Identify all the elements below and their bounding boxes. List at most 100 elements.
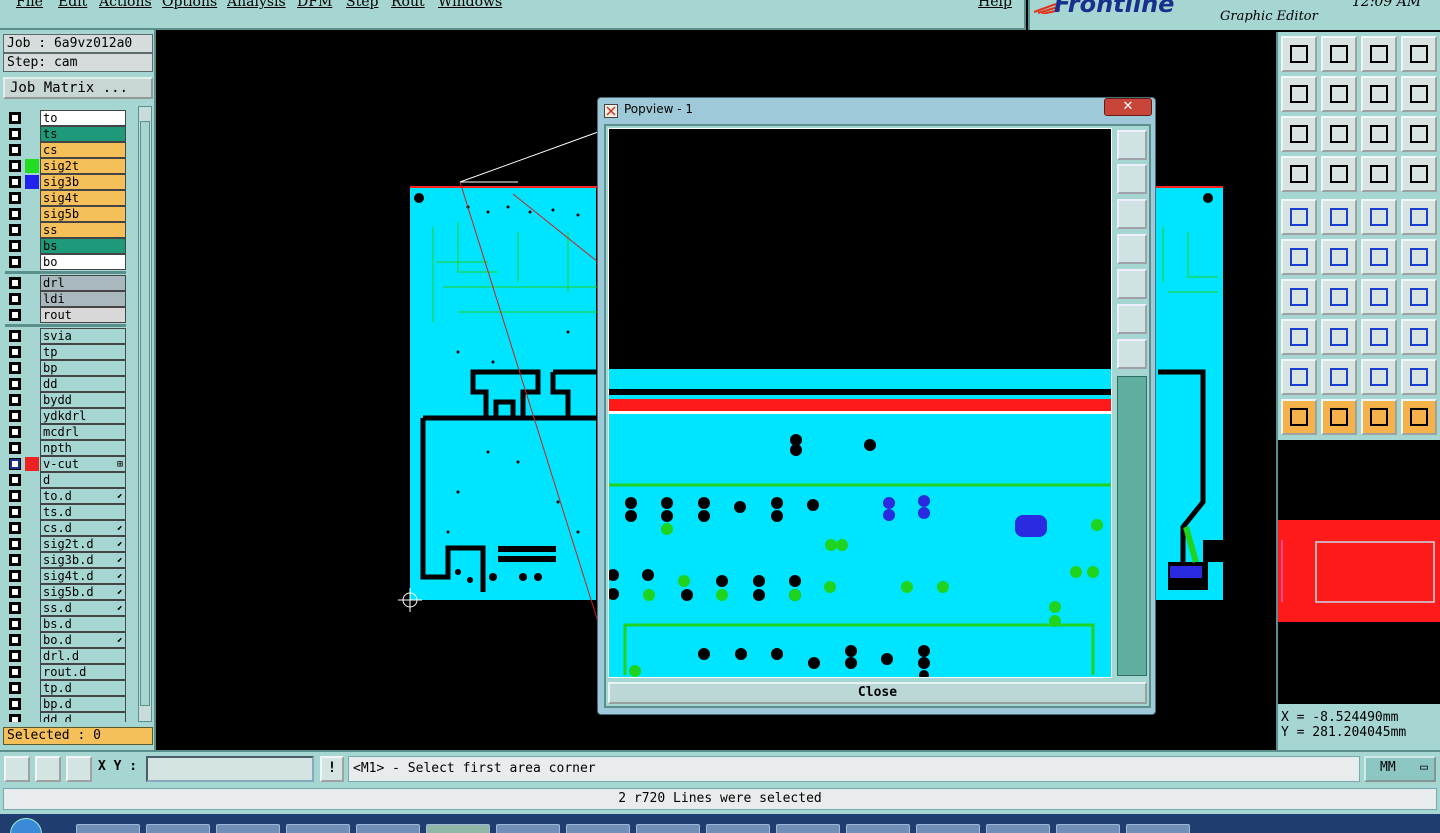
layer-row[interactable]: bs bbox=[5, 238, 126, 254]
arc-icon[interactable] bbox=[1361, 279, 1397, 315]
close-icon[interactable]: ✕ bbox=[1104, 98, 1152, 116]
menu-actions[interactable]: Actions bbox=[99, 0, 152, 10]
taskbar-item[interactable] bbox=[496, 824, 560, 833]
close-button[interactable]: Close bbox=[608, 682, 1147, 704]
layer-row[interactable]: sig4t bbox=[5, 190, 126, 206]
menu-windows[interactable]: Windows bbox=[438, 0, 502, 10]
layer-checkbox[interactable] bbox=[9, 410, 21, 422]
arch-alt-icon[interactable] bbox=[1361, 359, 1397, 395]
layer-checkbox[interactable] bbox=[9, 112, 21, 124]
layer-checkbox[interactable] bbox=[9, 506, 21, 518]
layer-row[interactable]: ts.d bbox=[5, 504, 126, 520]
exclamation-button[interactable]: ! bbox=[320, 756, 344, 782]
layer-name[interactable]: sig2t bbox=[40, 158, 126, 174]
taskbar-item[interactable] bbox=[146, 824, 210, 833]
measure-icon[interactable] bbox=[35, 756, 61, 782]
layer-row[interactable]: sig2t bbox=[5, 158, 126, 174]
pv-zoom-fit-icon[interactable] bbox=[1117, 304, 1147, 334]
taskbar-item[interactable] bbox=[286, 824, 350, 833]
layer-name[interactable]: ss bbox=[40, 222, 126, 238]
layer-checkbox[interactable] bbox=[9, 160, 21, 172]
layer-row[interactable]: ss bbox=[5, 222, 126, 238]
pv-pan-down-icon[interactable] bbox=[1117, 199, 1147, 229]
pointer-icon[interactable] bbox=[1281, 399, 1317, 435]
layer-row[interactable]: ldi bbox=[5, 291, 126, 307]
layer-checkbox[interactable] bbox=[9, 714, 21, 722]
taskbar-item[interactable] bbox=[1056, 824, 1120, 833]
layer-name[interactable]: bp.d bbox=[40, 696, 126, 712]
layer-checkbox[interactable] bbox=[9, 208, 21, 220]
scrollbar-thumb[interactable] bbox=[140, 121, 150, 706]
layer-row[interactable]: rout bbox=[5, 307, 126, 323]
layer-checkbox[interactable] bbox=[9, 618, 21, 630]
taskbar-item[interactable] bbox=[776, 824, 840, 833]
layer-checkbox[interactable] bbox=[9, 554, 21, 566]
unit-select[interactable]: MM ▭ bbox=[1364, 756, 1436, 782]
layer-name[interactable]: ts.d bbox=[40, 504, 126, 520]
layer-name[interactable]: sig5b.d ⬋ bbox=[40, 584, 126, 600]
layer-name[interactable]: sig2t.d ⬋ bbox=[40, 536, 126, 552]
zoom-fit-icon[interactable] bbox=[1281, 116, 1317, 152]
layer-name[interactable]: cs.d ⬋ bbox=[40, 520, 126, 536]
menu-analysis[interactable]: Analysis bbox=[227, 0, 286, 10]
layer-row[interactable]: ydkdrl bbox=[5, 408, 126, 424]
layer-row[interactable]: sig5b bbox=[5, 206, 126, 222]
layer-name[interactable]: bo bbox=[40, 254, 126, 270]
taskbar-item[interactable] bbox=[846, 824, 910, 833]
pad-select-icon[interactable] bbox=[1401, 199, 1437, 235]
layer-checkbox[interactable] bbox=[9, 698, 21, 710]
layer-checkbox[interactable] bbox=[9, 394, 21, 406]
layer-name[interactable]: bs bbox=[40, 238, 126, 254]
layer-checkbox[interactable] bbox=[9, 192, 21, 204]
layer-name[interactable]: dd bbox=[40, 376, 126, 392]
taskbar-item[interactable] bbox=[356, 824, 420, 833]
layer-row[interactable]: sig2t.d ⬋ bbox=[5, 536, 126, 552]
layer-row[interactable]: to bbox=[5, 110, 126, 126]
layer-checkbox[interactable] bbox=[9, 277, 21, 289]
triangle-icon[interactable] bbox=[1281, 359, 1317, 395]
home-icon[interactable] bbox=[1361, 36, 1397, 72]
layer-row[interactable]: npth bbox=[5, 440, 126, 456]
layer-name[interactable]: ydkdrl bbox=[40, 408, 126, 424]
layer-row[interactable]: d bbox=[5, 472, 126, 488]
layer-name[interactable]: sig3b.d ⬋ bbox=[40, 552, 126, 568]
pv-pan-up-icon[interactable] bbox=[1117, 164, 1147, 194]
start-button[interactable] bbox=[10, 818, 42, 833]
window-icon[interactable] bbox=[1401, 36, 1437, 72]
layer-row[interactable]: sig3b bbox=[5, 174, 126, 190]
layer-row[interactable]: bydd bbox=[5, 392, 126, 408]
save-icon[interactable] bbox=[1321, 36, 1357, 72]
layer-row[interactable]: rout.d bbox=[5, 664, 126, 680]
arch-icon[interactable] bbox=[1321, 359, 1357, 395]
layer-row[interactable]: v-cut ⊞ bbox=[5, 456, 126, 472]
menu-options[interactable]: Options bbox=[162, 0, 217, 10]
layer-name[interactable]: cs bbox=[40, 142, 126, 158]
menu-edit[interactable]: Edit bbox=[58, 0, 87, 10]
layer-name[interactable]: sig4t bbox=[40, 190, 126, 206]
layer-name[interactable]: npth bbox=[40, 440, 126, 456]
layer-row[interactable]: cs bbox=[5, 142, 126, 158]
rotate-icon[interactable] bbox=[1361, 76, 1397, 112]
layer-checkbox[interactable] bbox=[9, 570, 21, 582]
layer-row[interactable]: bp.d bbox=[5, 696, 126, 712]
layer-name[interactable]: to.d ⬋ bbox=[40, 488, 126, 504]
layer-name[interactable]: to bbox=[40, 110, 126, 126]
pointer-alt-icon[interactable] bbox=[1361, 399, 1397, 435]
layer-checkbox[interactable] bbox=[9, 330, 21, 342]
layer-row[interactable]: bp bbox=[5, 360, 126, 376]
layer-name[interactable]: sig3b bbox=[40, 174, 126, 190]
pin-icon[interactable] bbox=[1321, 156, 1357, 192]
layer-checkbox[interactable] bbox=[9, 538, 21, 550]
layer-scrollbar[interactable] bbox=[138, 106, 152, 722]
layer-checkbox[interactable] bbox=[9, 458, 21, 470]
layer-name[interactable]: sig4t.d ⬋ bbox=[40, 568, 126, 584]
layer-row[interactable]: dd.d bbox=[5, 712, 126, 722]
layer-row[interactable]: mcdrl bbox=[5, 424, 126, 440]
redo-icon[interactable] bbox=[1321, 76, 1357, 112]
layer-checkbox[interactable] bbox=[9, 240, 21, 252]
layer-checkbox[interactable] bbox=[9, 144, 21, 156]
menu-file[interactable]: File bbox=[16, 0, 43, 10]
layer-checkbox[interactable] bbox=[9, 650, 21, 662]
layer-checkbox[interactable] bbox=[9, 666, 21, 678]
menu-step[interactable]: Step bbox=[346, 0, 378, 10]
